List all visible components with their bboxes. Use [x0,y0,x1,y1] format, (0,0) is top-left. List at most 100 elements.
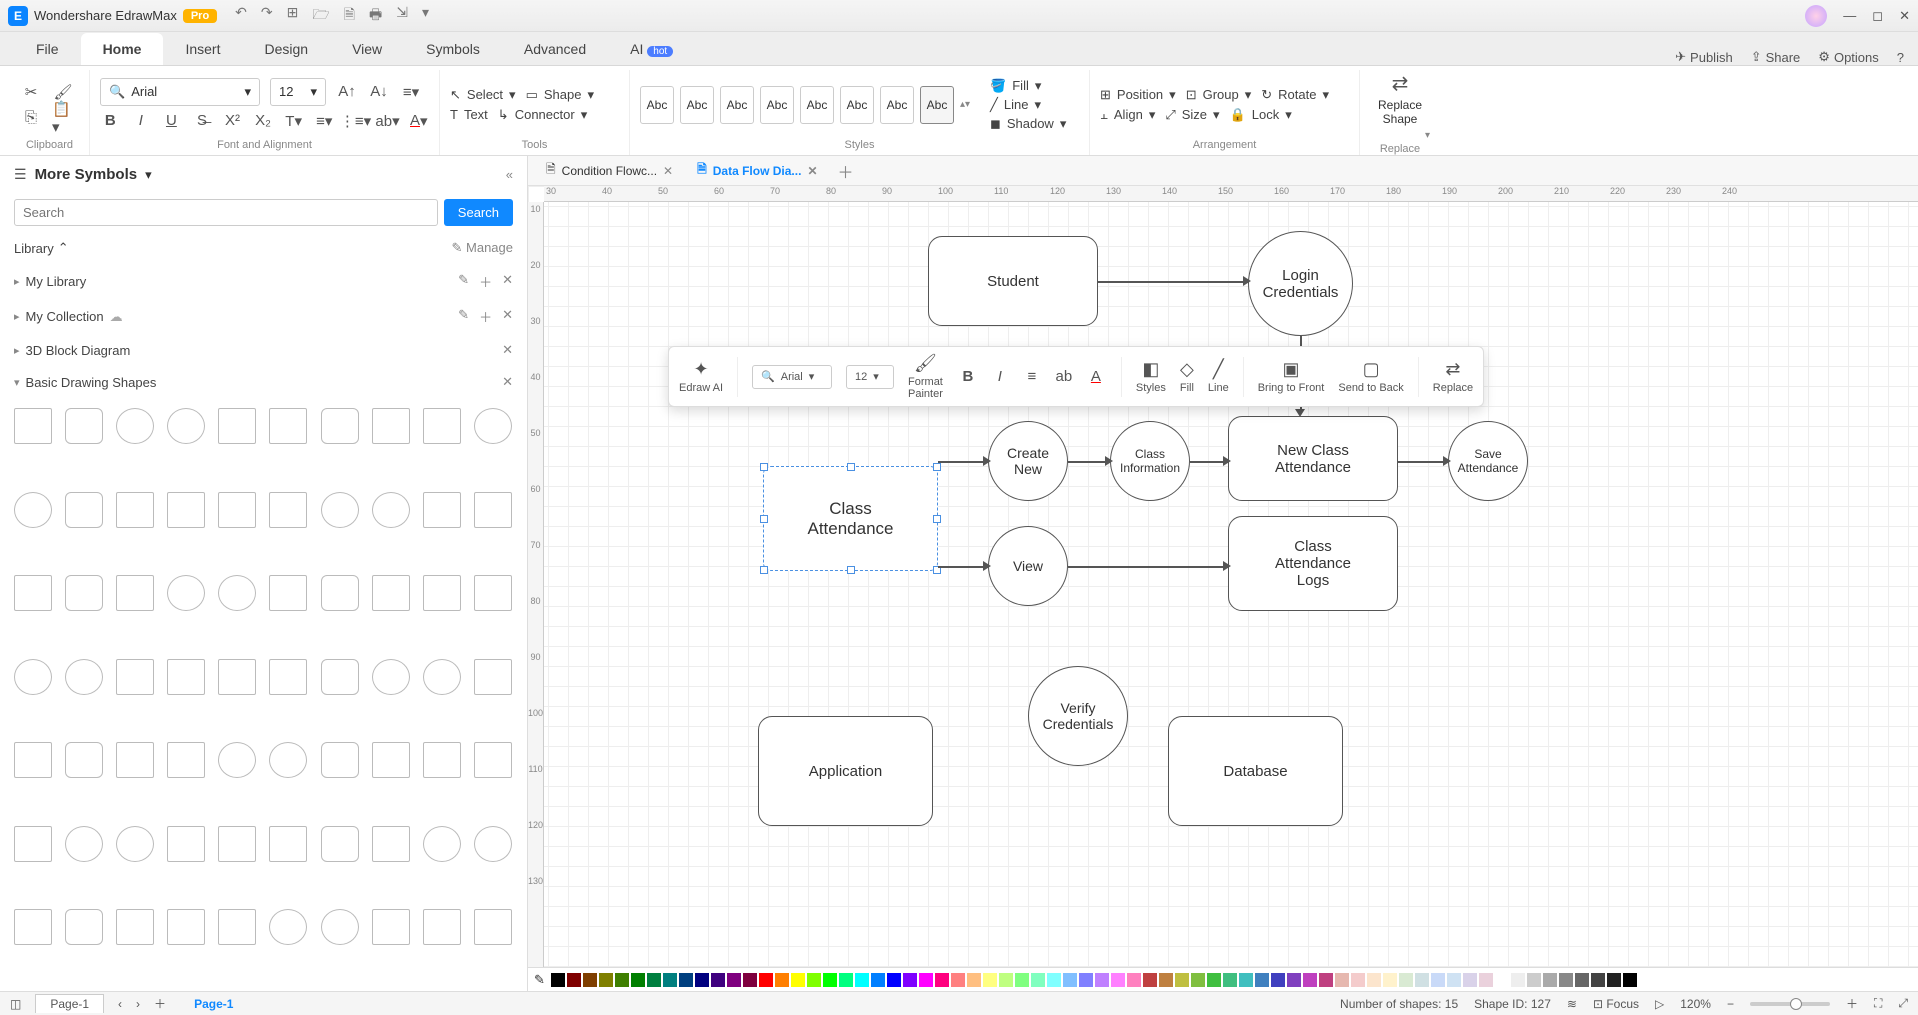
shape-thumb[interactable] [14,909,52,945]
help-button[interactable]: ? [1897,50,1904,65]
close-tab-icon[interactable]: ✕ [807,164,817,178]
shape-thumb[interactable] [474,408,512,444]
color-swatch[interactable] [1527,973,1541,987]
rotate-button[interactable]: ↻ Rotate▾ [1261,87,1329,103]
shape-thumb[interactable] [218,492,256,528]
float-highlight-icon[interactable]: ab [1053,366,1075,388]
color-swatch[interactable] [919,973,933,987]
strike-icon[interactable]: S̶ [192,110,213,132]
shape-thumb[interactable] [423,408,461,444]
italic-icon[interactable]: I [131,110,152,132]
collapse-panel-icon[interactable]: « [506,167,513,182]
replace-more-icon[interactable]: ▾ [1425,130,1430,141]
gallery-more-icon[interactable]: ▴▾ [960,99,970,110]
shape-thumb[interactable] [167,826,205,862]
color-swatch[interactable] [1127,973,1141,987]
fullscreen-icon[interactable]: ⤢ [1898,996,1908,1011]
shape-thumb[interactable] [321,826,359,862]
tab-design[interactable]: Design [242,33,330,65]
shape-thumb[interactable] [167,408,205,444]
size-button[interactable]: ⤢ Size▾ [1165,107,1219,123]
color-swatch[interactable] [743,973,757,987]
align-button[interactable]: ⫠ Align▾ [1100,107,1155,123]
shape-thumb[interactable] [65,492,103,528]
float-replace[interactable]: ⇄Replace [1433,359,1473,394]
shape-thumb[interactable] [116,909,154,945]
select-tool[interactable]: ↖ Select ▾ [450,87,516,103]
shape-thumb[interactable] [14,659,52,695]
style-gallery[interactable]: AbcAbcAbcAbcAbcAbcAbcAbc ▴▾ [640,86,970,124]
shape-thumb[interactable] [116,742,154,778]
color-swatch[interactable] [983,973,997,987]
shape-thumb[interactable] [116,492,154,528]
shape-thumb[interactable] [116,575,154,611]
underline-icon[interactable]: U [161,110,182,132]
color-swatch[interactable] [1543,973,1557,987]
shape-thumb[interactable] [474,492,512,528]
library-collapse-icon[interactable]: ⌃ [58,240,69,256]
node-class-attendance-selected[interactable]: Class Attendance [763,466,938,571]
shape-thumb[interactable] [116,408,154,444]
grow-font-icon[interactable]: A↑ [336,81,358,103]
color-swatch[interactable] [1575,973,1589,987]
shape-thumb[interactable] [65,575,103,611]
color-swatch[interactable] [1255,973,1269,987]
float-fill[interactable]: ◇Fill [1180,359,1194,394]
position-button[interactable]: ⊞ Position▾ [1100,87,1176,103]
page-tab-1[interactable]: Page-1 [35,994,104,1013]
shape-thumb[interactable] [474,826,512,862]
superscript-icon[interactable]: X² [222,110,243,132]
node-class-info[interactable]: Class Information [1110,421,1190,501]
color-swatch[interactable] [1031,973,1045,987]
shape-thumb[interactable] [372,659,410,695]
color-swatch[interactable] [679,973,693,987]
color-swatch[interactable] [1351,973,1365,987]
shape-thumb[interactable] [321,492,359,528]
doc-tab-condition[interactable]: 🗎 Condition Flowc... ✕ [538,157,681,184]
shape-thumb[interactable] [218,575,256,611]
color-swatch[interactable] [1175,973,1189,987]
remove-icon[interactable]: ✕ [502,374,513,390]
shape-thumb[interactable] [65,659,103,695]
float-align-icon[interactable]: ≡ [1021,366,1043,388]
shape-thumb[interactable] [218,909,256,945]
color-swatch[interactable] [887,973,901,987]
shape-thumb[interactable] [269,408,307,444]
shape-thumb[interactable] [372,826,410,862]
fit-page-icon[interactable]: ⛶ [1874,996,1882,1011]
lib-mylibrary[interactable]: My Library [26,274,87,289]
color-swatch[interactable] [615,973,629,987]
active-page-label[interactable]: Page-1 [180,995,247,1013]
color-swatch[interactable] [823,973,837,987]
color-swatch[interactable] [1367,973,1381,987]
shape-thumb[interactable] [116,659,154,695]
lock-button[interactable]: 🔒 Lock▾ [1230,107,1292,123]
tab-view[interactable]: View [330,33,404,65]
color-swatch[interactable] [775,973,789,987]
color-swatch[interactable] [551,973,565,987]
color-swatch[interactable] [1239,973,1253,987]
new-icon[interactable]: ⊞ [287,4,299,28]
align-icon[interactable]: ≡▾ [400,81,422,103]
shape-thumb[interactable] [269,742,307,778]
color-swatch[interactable] [1399,973,1413,987]
float-line[interactable]: ╱Line [1208,359,1229,394]
lib-3dblock[interactable]: 3D Block Diagram [26,343,131,358]
maximize-button[interactable]: ◻ [1872,8,1883,24]
shape-thumb[interactable] [321,742,359,778]
color-swatch[interactable] [1303,973,1317,987]
color-swatch[interactable] [1063,973,1077,987]
shape-thumb[interactable] [218,826,256,862]
shape-thumb[interactable] [372,909,410,945]
shape-thumb[interactable] [116,826,154,862]
shape-thumb[interactable] [14,826,52,862]
bullets-icon[interactable]: ⋮≡▾ [345,110,367,132]
color-swatch[interactable] [695,973,709,987]
color-swatch[interactable] [711,973,725,987]
tab-advanced[interactable]: Advanced [502,33,608,65]
shape-thumb[interactable] [423,909,461,945]
color-swatch[interactable] [631,973,645,987]
doc-tab-dataflow[interactable]: 🗎 Data Flow Dia... ✕ [689,157,825,184]
tab-insert[interactable]: Insert [163,33,242,65]
pages-icon[interactable]: ◫ [10,997,21,1011]
